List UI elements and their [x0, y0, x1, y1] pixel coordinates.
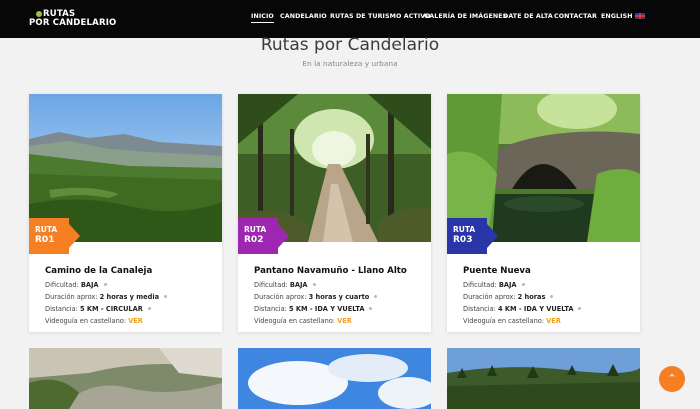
route-badge: RUTA R01 — [29, 218, 80, 254]
route-card-r01[interactable]: RUTA R01 Camino de la Canaleja Dificulta… — [29, 94, 222, 332]
chevron-up-icon: ⌃ — [667, 372, 677, 385]
leaf-icon — [36, 11, 42, 17]
route-distance: Distancia: 4 KM - IDA Y VUELTA — [463, 305, 582, 313]
video-link[interactable]: VER — [337, 317, 352, 325]
page-subtitle: En la naturaleza y urbana — [302, 59, 398, 68]
route-card-r05[interactable] — [238, 348, 431, 409]
route-photo-sky-clouds — [238, 348, 431, 409]
route-badge: RUTA R03 — [447, 218, 498, 254]
route-video: Videoguía en castellano: VER — [463, 317, 561, 325]
scroll-to-top-button[interactable]: ⌃ — [659, 366, 685, 392]
route-distance: Distancia: 5 KM - CIRCULAR — [45, 305, 151, 313]
nav-galeria-imagenes[interactable]: GALERÍA DE IMÁGENES — [424, 13, 507, 20]
top-navbar: RUTAS POR CANDELARIO INICIO CANDELARIO R… — [0, 0, 700, 38]
route-duration: Duración aprox: 2 horas — [463, 293, 554, 301]
route-card-r02[interactable]: RUTA R02 Pantano Navamuño - Llano Alto D… — [238, 94, 431, 332]
nav-inicio[interactable]: INICIO — [251, 13, 274, 23]
nav-date-de-alta[interactable]: DATE DE ALTA — [503, 13, 553, 20]
uk-flag-icon — [634, 13, 645, 19]
route-title[interactable]: Camino de la Canaleja — [45, 266, 152, 276]
route-card-r03[interactable]: RUTA R03 Puente Nueva Dificultad: BAJA D… — [447, 94, 640, 332]
route-photo-pine-valley — [447, 348, 640, 409]
route-card-r06[interactable] — [447, 348, 640, 409]
route-video: Videoguía en castellano: VER — [254, 317, 352, 325]
nav-english[interactable]: ENGLISH — [601, 13, 645, 20]
route-difficulty: Dificultad: BAJA — [45, 281, 107, 289]
route-duration: Duración aprox: 2 horas y media — [45, 293, 168, 301]
nav-candelario[interactable]: CANDELARIO — [280, 13, 327, 20]
page-title: Rutas por Candelario — [260, 35, 440, 55]
route-duration: Duración aprox: 3 horas y cuarto — [254, 293, 378, 301]
site-logo[interactable]: RUTAS POR CANDELARIO — [29, 10, 116, 28]
nav-english-label: ENGLISH — [601, 13, 633, 20]
video-link[interactable]: VER — [546, 317, 561, 325]
route-photo-rocky-stream — [29, 348, 222, 409]
route-card-r04[interactable] — [29, 348, 222, 409]
route-badge: RUTA R02 — [238, 218, 289, 254]
route-title[interactable]: Pantano Navamuño - Llano Alto — [254, 266, 407, 276]
route-video: Videoguía en castellano: VER — [45, 317, 143, 325]
route-difficulty: Dificultad: BAJA — [463, 281, 525, 289]
nav-contactar[interactable]: CONTACTAR — [554, 13, 597, 20]
route-difficulty: Dificultad: BAJA — [254, 281, 316, 289]
route-distance: Distancia: 5 KM - IDA Y VUELTA — [254, 305, 373, 313]
video-link[interactable]: VER — [128, 317, 143, 325]
route-title[interactable]: Puente Nueva — [463, 266, 531, 276]
nav-rutas-turismo-activo[interactable]: RUTAS DE TURISMO ACTIVO — [330, 13, 431, 20]
